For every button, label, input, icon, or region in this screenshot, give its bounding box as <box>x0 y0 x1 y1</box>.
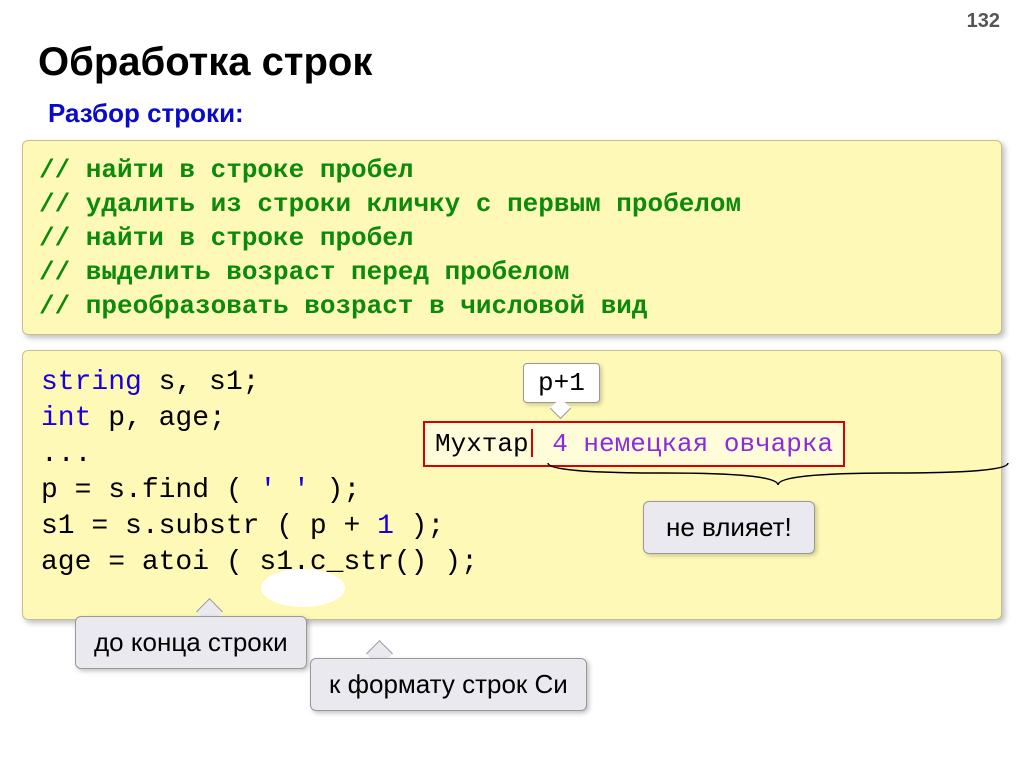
comment-line: // преобразовать возраст в числовой вид <box>39 289 985 323</box>
keyword-int: int <box>41 403 91 434</box>
number-literal: 1 <box>377 511 394 542</box>
code-line: age = atoi ( s1.c_str() ); <box>41 545 983 581</box>
brace-icon <box>543 461 1013 489</box>
callout-c-format: к формату строк Си <box>310 658 587 711</box>
comments-box: // найти в строке пробел // удалить из с… <box>22 140 1002 335</box>
example-head: Мухтар <box>435 429 529 459</box>
callout-not-affect: не влияет! <box>643 501 815 554</box>
comment-line: // удалить из строки кличку с первым про… <box>39 187 985 221</box>
code-text: age = atoi ( s1 <box>41 547 293 578</box>
char-literal: ' ' <box>259 475 309 506</box>
code-text: s, s1; <box>142 367 260 398</box>
page-number: 132 <box>967 10 1000 33</box>
keyword-string: string <box>41 367 142 398</box>
example-tail: 4 немецкая овчарка <box>537 429 833 459</box>
code-text: _str() ); <box>327 547 478 578</box>
comment-line: // выделить возраст перед пробелом <box>39 255 985 289</box>
page-title: Обработка строк <box>38 40 372 85</box>
comment-line: // найти в строке пробел <box>39 153 985 187</box>
code-text: p, age; <box>91 403 225 434</box>
code-line: string s, s1; <box>41 365 983 401</box>
code-text: ); <box>310 475 360 506</box>
occlusion-shape <box>263 571 343 605</box>
comment-line: // найти в строке пробел <box>39 221 985 255</box>
section-heading: Разбор строки: <box>48 98 244 129</box>
code-text: ); <box>394 511 444 542</box>
split-marker <box>531 429 533 457</box>
code-text: p = s.find ( <box>41 475 259 506</box>
callout-p-plus-1: p+1 <box>523 363 600 403</box>
code-line: s1 = s.substr ( p + 1 ); <box>41 509 983 545</box>
code-box: string s, s1; int p, age; ... p = s.find… <box>22 350 1002 620</box>
callout-to-end: до конца строки <box>75 616 307 669</box>
code-text: s1 = s.substr ( p + <box>41 511 377 542</box>
